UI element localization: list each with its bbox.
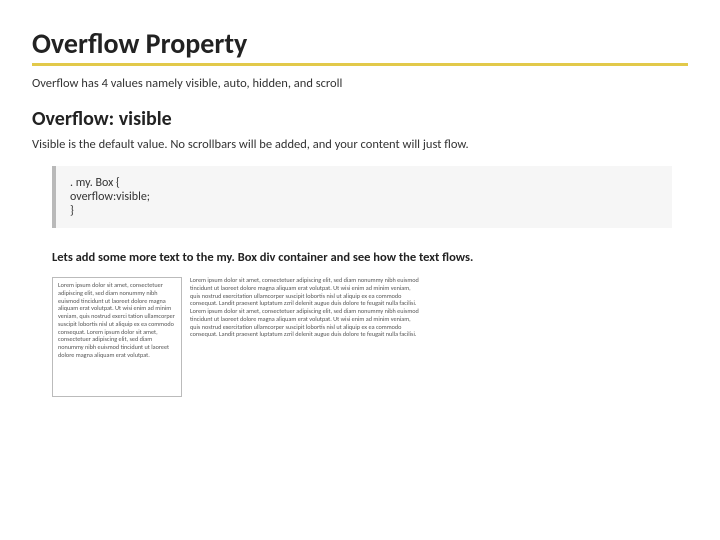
side-column-text: Lorem ipsum dolor sit amet, consectetuer… <box>190 277 420 339</box>
intro-text: Overflow has 4 values namely visible, au… <box>32 76 688 91</box>
bold-instruction: Lets add some more text to the my. Box d… <box>52 250 688 265</box>
section-heading: Overflow: visible <box>32 107 688 131</box>
code-block: . my. Box { overflow:visible; } <box>52 166 672 228</box>
page-title: Overflow Property <box>32 26 688 66</box>
section-desc: Visible is the default value. No scrollb… <box>32 137 688 152</box>
mybox-container: Lorem ipsum dolor sit amet, consectetuer… <box>52 277 182 397</box>
